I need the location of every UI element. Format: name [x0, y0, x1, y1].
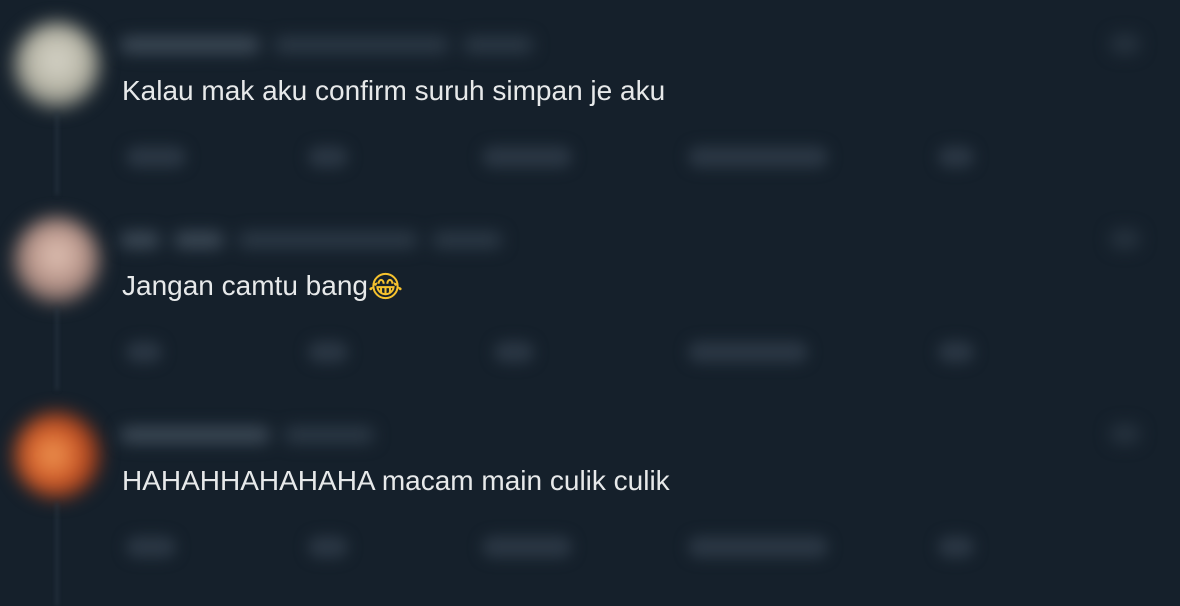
more-options-icon[interactable]: [1110, 34, 1140, 54]
replies-feed: Kalau mak aku confirm suruh simpan je ak…: [0, 0, 1180, 606]
reply-text-body: Kalau mak aku confirm suruh simpan je ak…: [122, 75, 666, 106]
blurred-action-bar: [120, 528, 1000, 568]
reply-item[interactable]: Kalau mak aku confirm suruh simpan je ak…: [0, 0, 1180, 195]
thread-line: [56, 502, 58, 606]
reply-text: Kalau mak aku confirm suruh simpan je ak…: [122, 74, 665, 108]
heart-icon[interactable]: [482, 146, 572, 168]
reply-icon[interactable]: [126, 146, 186, 168]
blurred-action-bar: [120, 333, 1000, 373]
share-icon[interactable]: [938, 341, 974, 363]
share-icon[interactable]: [938, 536, 974, 558]
blurred-reply-header: [120, 229, 502, 251]
blurred-action-bar: [120, 138, 1000, 178]
user-avatar[interactable]: [14, 22, 100, 108]
repost-icon[interactable]: [308, 341, 348, 363]
analytics-icon[interactable]: [688, 341, 808, 363]
blurred-reply-header: [120, 34, 533, 56]
user-avatar[interactable]: [14, 217, 100, 303]
more-options-icon[interactable]: [1110, 424, 1140, 444]
reply-icon[interactable]: [126, 536, 176, 558]
repost-icon[interactable]: [308, 146, 348, 168]
reply-text-body: Jangan camtu bang: [122, 270, 368, 301]
more-options-icon[interactable]: [1110, 229, 1140, 249]
reply-text: HAHAHHAHAHAHA macam main culik culik: [122, 464, 670, 498]
face-with-tears-of-joy-emoji: 😂: [367, 270, 404, 305]
thread-line: [56, 112, 58, 195]
user-avatar[interactable]: [14, 412, 100, 498]
reply-text: Jangan camtu bang😂: [122, 269, 403, 303]
heart-icon[interactable]: [482, 536, 572, 558]
reply-text-body: HAHAHHAHAHAHA macam main culik culik: [122, 465, 670, 496]
blurred-reply-header: [120, 424, 374, 446]
repost-icon[interactable]: [308, 536, 348, 558]
reply-item[interactable]: Jangan camtu bang😂: [0, 195, 1180, 390]
reply-icon[interactable]: [126, 341, 162, 363]
analytics-icon[interactable]: [688, 536, 828, 558]
thread-line: [56, 307, 58, 390]
analytics-icon[interactable]: [688, 146, 828, 168]
reply-item[interactable]: HAHAHHAHAHAHA macam main culik culik: [0, 390, 1180, 606]
heart-icon[interactable]: [494, 341, 534, 363]
share-icon[interactable]: [938, 146, 974, 168]
